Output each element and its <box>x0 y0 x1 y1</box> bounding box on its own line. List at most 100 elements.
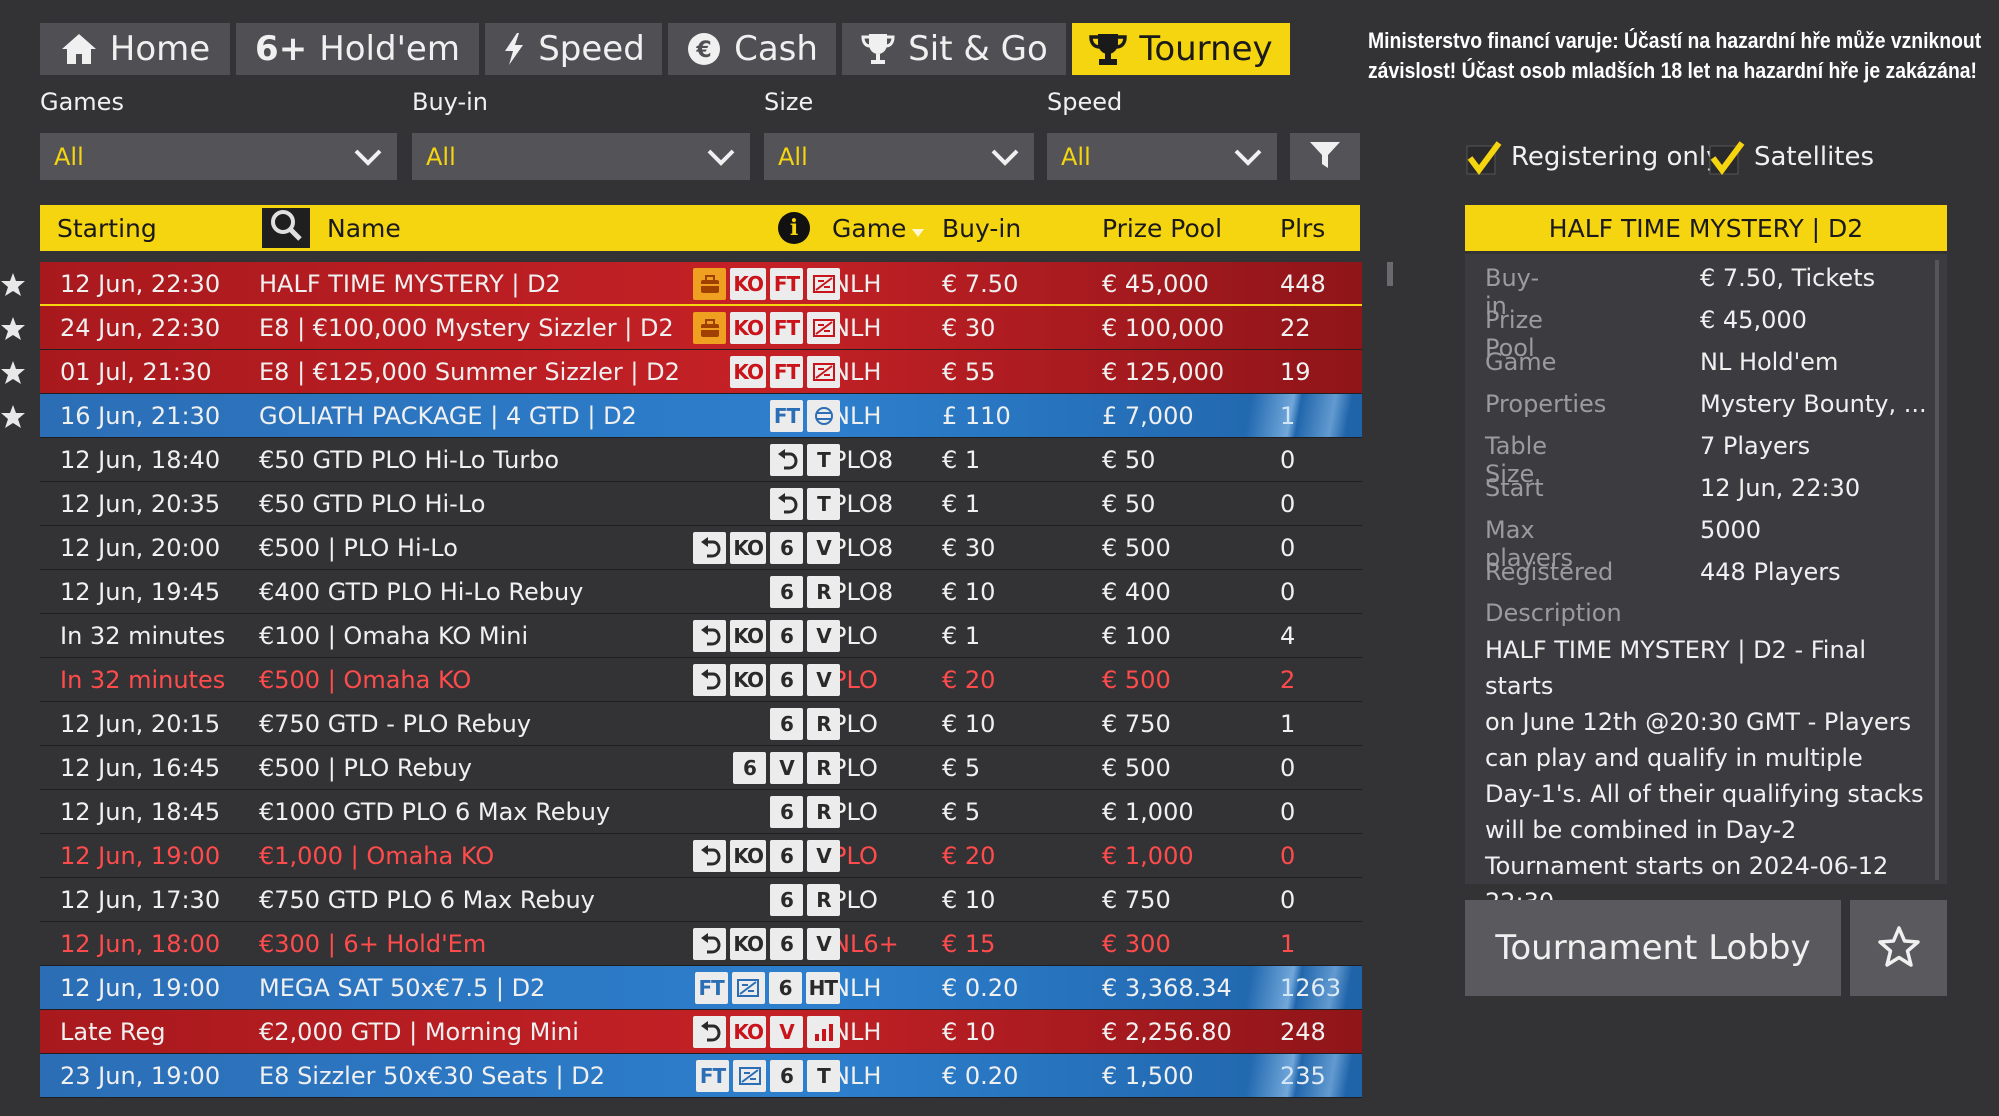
knockout-icon: KO <box>730 1016 766 1048</box>
property-badge-6: 6 <box>770 1060 803 1092</box>
description-line: can play and qualify in multiple <box>1485 744 1863 772</box>
details-title: HALF TIME MYSTERY | D2 <box>1465 205 1947 251</box>
table-row[interactable]: In 32 minutes €100 | Omaha KO Mini PLO € 1 €… <box>40 614 1362 658</box>
row-property-badges: KO 6 V <box>693 928 840 960</box>
knockout-icon: KO <box>730 268 766 300</box>
table-row[interactable]: 01 Jul, 21:30 E8 | €125,000 Summer Sizzle… <box>1 350 1362 394</box>
row-buyin: € 10 <box>942 886 996 914</box>
rebuy-arrow-icon <box>693 1016 727 1048</box>
table-row[interactable]: 12 Jun, 20:00 €500 | PLO Hi-Lo PLO8 € 30 € 5… <box>40 526 1362 570</box>
tab-holdem[interactable]: 6+ Hold'em <box>236 23 479 75</box>
mystery-bounty-icon <box>693 312 727 344</box>
row-players: 22 <box>1280 314 1311 342</box>
row-property-badges: FT 6 T <box>696 1060 840 1092</box>
buyin-select[interactable]: All <box>412 133 750 180</box>
table-row[interactable]: 16 Jun, 21:30 GOLIATH PACKAGE | 4 GTD | D… <box>1 394 1362 438</box>
table-row[interactable]: 23 Jun, 19:00 E8 Sizzler 50x€30 Seats | D… <box>40 1054 1362 1098</box>
column-header-name[interactable]: Name <box>327 205 401 251</box>
favorite-star-icon[interactable] <box>0 359 25 384</box>
detail-value: 5000 <box>1700 516 1762 544</box>
row-start-time: 01 Jul, 21:30 <box>60 358 212 386</box>
row-property-badges: KO 6 V <box>693 532 840 564</box>
search-icon <box>269 208 303 248</box>
row-players: 0 <box>1280 446 1296 474</box>
details-scrollbar[interactable] <box>1935 260 1939 880</box>
registering-only-checkbox[interactable]: Registering only <box>1465 140 1722 176</box>
detail-value: 12 Jun, 22:30 <box>1700 474 1861 502</box>
table-row[interactable]: 12 Jun, 18:40 €50 GTD PLO Hi-Lo Turbo PLO8… <box>40 438 1362 482</box>
favorite-star-icon[interactable] <box>0 271 25 296</box>
table-row[interactable]: 12 Jun, 19:00 MEGA SAT 50x€7.5 | D2 NLH € 0… <box>40 966 1362 1010</box>
row-name: €1,000 | Omaha KO <box>259 842 495 870</box>
table-row[interactable]: 12 Jun, 19:00 €1,000 | Omaha KO PLO € 20 € 1… <box>40 834 1362 878</box>
row-property-badges: KO 6 V <box>693 840 840 872</box>
filter-button[interactable] <box>1290 133 1360 180</box>
row-prize-pool: € 50 <box>1102 446 1156 474</box>
column-header-prize-pool[interactable]: Prize Pool <box>1102 205 1222 251</box>
tab-home[interactable]: Home <box>40 23 230 75</box>
tab-tourney[interactable]: Tourney <box>1072 23 1290 75</box>
row-name: €2,000 GTD | Morning Mini <box>259 1018 579 1046</box>
table-row[interactable]: 24 Jun, 22:30 E8 | €100,000 Mystery Sizzl… <box>1 306 1362 350</box>
row-start-time: 12 Jun, 19:00 <box>60 974 221 1002</box>
trophy-icon <box>860 31 896 67</box>
property-badge-r: R <box>807 884 840 916</box>
table-row[interactable]: Late Reg €2,000 GTD | Morning Mini NLH € 10… <box>40 1010 1362 1054</box>
row-buyin: € 30 <box>942 314 996 342</box>
funnel-icon <box>1309 140 1341 174</box>
row-name: E8 | €100,000 Mystery Sizzler | D2 <box>259 314 674 342</box>
row-buyin: € 1 <box>942 622 981 650</box>
column-header-players[interactable]: Plrs <box>1280 205 1325 251</box>
table-row[interactable]: 12 Jun, 20:35 €50 GTD PLO Hi-Lo PLO8 € 1 € 5… <box>40 482 1362 526</box>
row-game: PLO8 <box>832 534 894 562</box>
column-header-buyin[interactable]: Buy-in <box>942 205 1021 251</box>
row-players: 1 <box>1280 710 1296 738</box>
games-select[interactable]: All <box>40 133 397 180</box>
row-buyin: € 30 <box>942 534 996 562</box>
property-badge-r: R <box>807 576 840 608</box>
search-button[interactable] <box>262 208 310 248</box>
row-name: GOLIATH PACKAGE | 4 GTD | D2 <box>259 402 637 430</box>
tab-speed[interactable]: Speed <box>485 23 662 75</box>
table-row[interactable]: 12 Jun, 22:30 HALF TIME MYSTERY | D2 NLH € … <box>1 262 1362 306</box>
satellites-checkbox[interactable]: Satellites <box>1708 140 1874 176</box>
table-row[interactable]: 12 Jun, 19:45 €400 GTD PLO Hi-Lo Rebuy PLO… <box>40 570 1362 614</box>
size-select-value: All <box>778 142 808 171</box>
row-prize-pool: € 500 <box>1102 754 1171 782</box>
table-row[interactable]: 12 Jun, 18:00 €300 | 6+ Hold'Em NL6+ € 15 € … <box>40 922 1362 966</box>
row-property-badges: KO FT <box>730 356 840 388</box>
row-buyin: € 1 <box>942 446 981 474</box>
row-buyin: £ 110 <box>942 402 1011 430</box>
row-property-badges: FT <box>770 400 840 432</box>
list-scrollbar[interactable] <box>1387 262 1393 286</box>
speed-select-value: All <box>1061 142 1091 171</box>
rebuy-arrow-icon <box>693 840 727 872</box>
chevron-down-icon <box>990 147 1020 167</box>
satellite-ticket-icon <box>807 356 840 388</box>
column-header-starting[interactable]: Starting <box>57 205 157 251</box>
info-button[interactable]: i <box>778 205 810 251</box>
detail-value: 448 Players <box>1700 558 1841 586</box>
speed-select[interactable]: All <box>1047 133 1277 180</box>
row-prize-pool: € 1,500 <box>1102 1062 1194 1090</box>
checkmark-icon <box>1708 140 1745 176</box>
favorite-star-icon[interactable] <box>0 403 25 428</box>
tab-sit-and-go[interactable]: Sit & Go <box>842 23 1066 75</box>
favorite-star-icon[interactable] <box>0 315 25 340</box>
knockout-icon: KO <box>730 620 766 652</box>
table-row[interactable]: 12 Jun, 17:30 €750 GTD PLO 6 Max Rebuy PLO… <box>40 878 1362 922</box>
size-select[interactable]: All <box>764 133 1034 180</box>
row-start-time: In 32 minutes <box>60 622 226 650</box>
final-table-icon: FT <box>770 356 803 388</box>
row-name: €50 GTD PLO Hi-Lo Turbo <box>259 446 560 474</box>
knockout-icon: KO <box>730 532 766 564</box>
row-property-badges: KO V <box>693 1016 840 1048</box>
table-row[interactable]: 12 Jun, 20:15 €750 GTD - PLO Rebuy PLO € 10… <box>40 702 1362 746</box>
table-row[interactable]: 12 Jun, 18:45 €1000 GTD PLO 6 Max Rebuy PL… <box>40 790 1362 834</box>
tournament-lobby-button[interactable]: Tournament Lobby <box>1465 900 1841 996</box>
tab-cash[interactable]: € Cash <box>668 23 836 75</box>
favorite-button[interactable] <box>1850 900 1947 996</box>
table-row[interactable]: 12 Jun, 16:45 €500 | PLO Rebuy PLO € 5 € 500… <box>40 746 1362 790</box>
column-header-game[interactable]: Game <box>832 205 925 251</box>
table-row[interactable]: In 32 minutes €500 | Omaha KO PLO € 20 € 500… <box>40 658 1362 702</box>
